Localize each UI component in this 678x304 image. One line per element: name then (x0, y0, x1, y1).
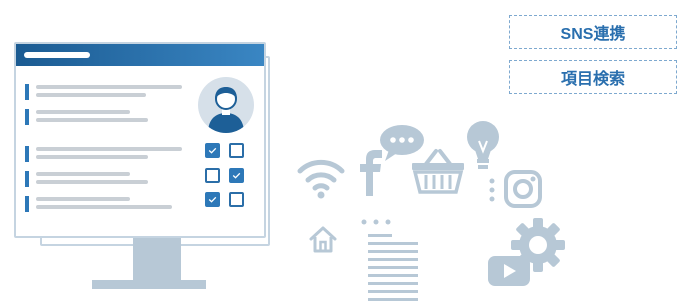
sns-integration-label: SNS連携 (560, 26, 626, 43)
checkbox-row2-right[interactable] (229, 168, 244, 183)
monitor-stand-neck (133, 238, 181, 282)
checkbox-row3-left[interactable] (205, 192, 220, 207)
list-item-line (36, 147, 182, 151)
home-icon (308, 225, 338, 253)
list-item-line (36, 197, 130, 201)
checkbox-row3-right[interactable] (229, 192, 244, 207)
list-item-marker (25, 196, 29, 212)
list-item-marker (25, 109, 29, 125)
list-item-line (36, 85, 182, 89)
list-item-line (36, 93, 146, 97)
list-item-line (36, 110, 130, 114)
instagram-icon (504, 170, 542, 208)
list-item-line (36, 155, 148, 159)
field-search-label: 項目検索 (560, 71, 625, 88)
monitor-stand-base (92, 280, 206, 289)
document-icon (360, 219, 420, 301)
checkbox-row1-left[interactable] (205, 143, 220, 158)
checkbox-row2-left[interactable] (205, 168, 220, 183)
list-item-marker (25, 146, 29, 162)
lightbulb-icon (465, 121, 501, 173)
list-item-line (36, 172, 130, 176)
list-item-line (36, 205, 172, 209)
wifi-icon (296, 157, 346, 199)
dots-vertical-icon (489, 178, 495, 202)
list-item-line (36, 180, 148, 184)
sns-integration-tag: SNS連携 (509, 15, 677, 49)
list-item-line (36, 118, 148, 122)
list-item-marker (25, 171, 29, 187)
field-search-tag: 項目検索 (509, 60, 677, 94)
checkbox-row1-right[interactable] (229, 143, 244, 158)
screen-header-title-placeholder (24, 52, 90, 58)
video-play-icon (488, 256, 530, 286)
user-avatar-icon (198, 77, 254, 133)
shopping-basket-icon (411, 148, 465, 194)
list-item-marker (25, 84, 29, 100)
